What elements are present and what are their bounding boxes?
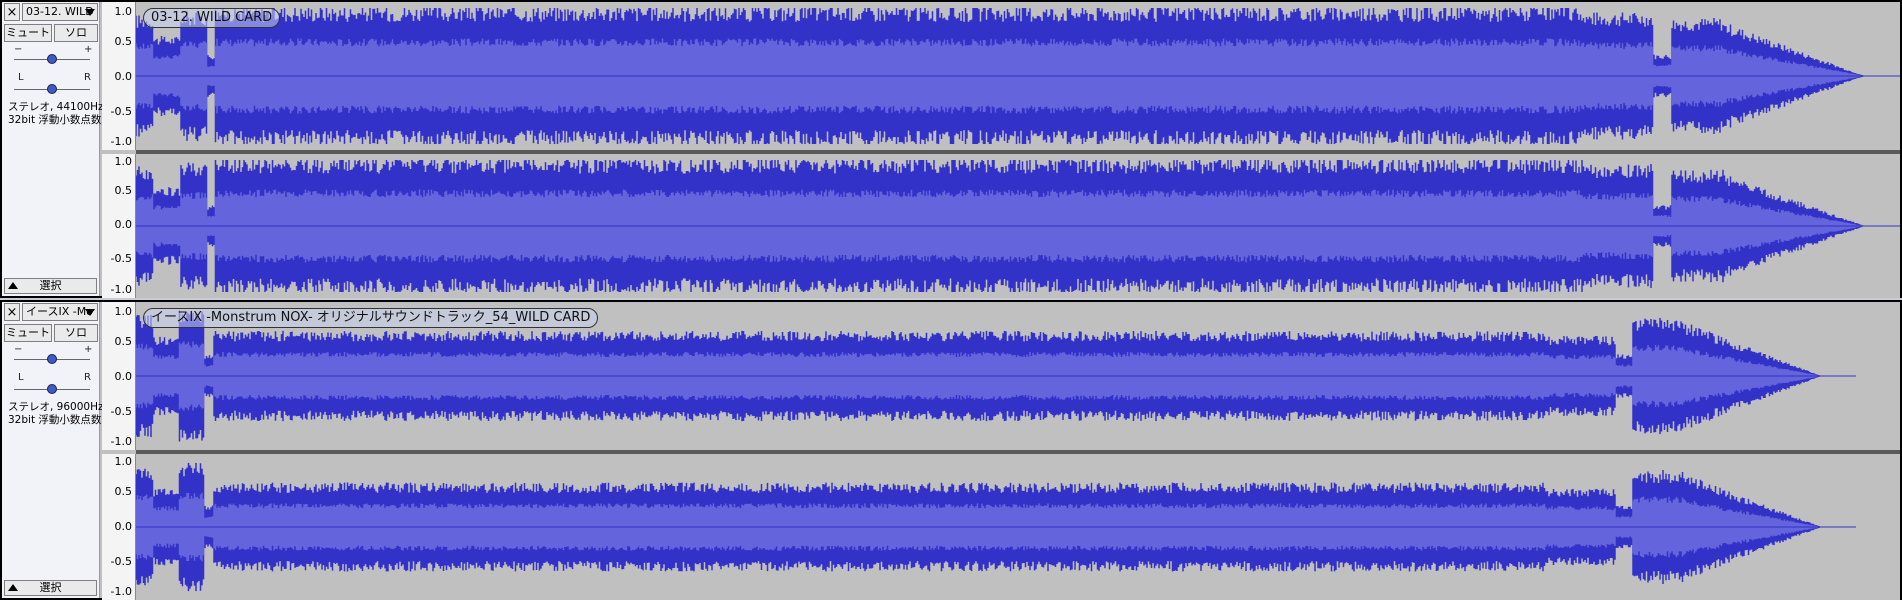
track-1-name-label: 03-12. WILD (26, 5, 94, 18)
ruler-tick: 0.5 (114, 35, 133, 48)
pan-slider-thumb[interactable] (47, 384, 57, 394)
gain-plus-label: + (84, 344, 93, 355)
ruler-tick: 1.0 (114, 155, 133, 168)
ruler-tick: 0.5 (114, 335, 133, 348)
gain-minus-label: − (14, 344, 23, 355)
gain-slider-thumb[interactable] (47, 54, 57, 64)
track-2-format-info: ステレオ, 96000Hz 32bit 浮動小数点数 (8, 401, 103, 427)
track-2-pan-slider[interactable] (14, 384, 90, 394)
ruler-tick: 0.0 (114, 370, 133, 383)
ruler-tick: 0.5 (114, 184, 133, 197)
ruler-tick: -0.5 (110, 405, 132, 418)
pan-right-label: R (84, 72, 91, 83)
track-2-mute-button[interactable]: ミュート (4, 324, 52, 342)
ruler-tick: 1.0 (114, 305, 133, 318)
ruler-tick: 0.0 (114, 70, 133, 83)
track-1-clip-name[interactable]: 03-12. WILD CARD (143, 8, 281, 28)
ruler-tick: 1.0 (114, 5, 133, 18)
track-2-gain-slider[interactable] (14, 354, 90, 364)
track-2-format-line1: ステレオ, 96000Hz (8, 401, 104, 413)
track-1-solo-button[interactable]: ソロ (54, 24, 98, 42)
ruler-tick: 0.0 (114, 218, 133, 231)
ruler-tick: 0.5 (114, 485, 133, 498)
ruler-tick: -0.5 (110, 555, 132, 568)
track-2-format-line2: 32bit 浮動小数点数 (8, 414, 102, 426)
track-2-close-button[interactable]: × (4, 303, 20, 321)
track-2-amplitude-ruler-right: 1.0 0.5 0.0 -0.5 -1.0 (102, 454, 136, 600)
track-1-gain-slider[interactable] (14, 54, 90, 64)
track-1-close-button[interactable]: × (4, 3, 20, 21)
gain-plus-label: + (84, 44, 93, 55)
ruler-tick: 0.0 (114, 520, 133, 533)
track-2-waveform-right[interactable] (136, 454, 1900, 600)
track-2-control-panel: × イースIX -Mo ミュート ソロ − + L R ステレオ, 96000H… (2, 302, 103, 598)
track-1-select-label: 選択 (39, 279, 62, 292)
track-2-clip-name[interactable]: イースIX -Monstrum NOX- オリジナルサウンドトラック_54_WI… (143, 308, 599, 328)
collapse-arrow-icon[interactable] (8, 584, 18, 591)
track-2-name-menu[interactable]: イースIX -Mo (22, 303, 98, 321)
gain-minus-label: − (14, 44, 23, 55)
chevron-down-icon (85, 309, 95, 316)
ruler-tick: 1.0 (114, 455, 133, 468)
pan-slider-thumb[interactable] (47, 84, 57, 94)
track-1-mute-button[interactable]: ミュート (4, 24, 52, 42)
track-2-amplitude-ruler-left: 1.0 0.5 0.0 -0.5 -1.0 (102, 302, 136, 450)
track-1-format-info: ステレオ, 44100Hz 32bit 浮動小数点数 (8, 101, 103, 127)
track-2[interactable]: × イースIX -Mo ミュート ソロ − + L R ステレオ, 96000H… (0, 300, 1902, 600)
pan-left-label: L (18, 372, 24, 383)
track-2-select-button[interactable]: 選択 (4, 580, 97, 596)
chevron-down-icon (85, 9, 95, 16)
ruler-tick: -0.5 (110, 105, 132, 118)
ruler-tick: -1.0 (110, 585, 132, 598)
track-1-waveform-right[interactable] (136, 154, 1900, 298)
pan-right-label: R (84, 372, 91, 383)
track-1-name-menu[interactable]: 03-12. WILD (22, 3, 98, 21)
track-1-format-line2: 32bit 浮動小数点数 (8, 114, 102, 126)
track-1-control-panel: × 03-12. WILD ミュート ソロ − + L R ステレオ, 4410… (2, 2, 103, 296)
ruler-tick: -1.0 (110, 283, 132, 296)
track-1-amplitude-ruler-right: 1.0 0.5 0.0 -0.5 -1.0 (102, 154, 136, 298)
track-2-select-label: 選択 (39, 581, 62, 594)
ruler-tick: -1.0 (110, 435, 132, 448)
track-1-amplitude-ruler-left: 1.0 0.5 0.0 -0.5 -1.0 (102, 2, 136, 150)
ruler-tick: -1.0 (110, 135, 132, 148)
track-1-pan-slider[interactable] (14, 84, 90, 94)
collapse-arrow-icon[interactable] (8, 282, 18, 289)
track-1-waveform-left[interactable] (136, 2, 1900, 150)
gain-slider-thumb[interactable] (47, 354, 57, 364)
track-1[interactable]: × 03-12. WILD ミュート ソロ − + L R ステレオ, 4410… (0, 0, 1902, 298)
track-2-name-label: イースIX -Mo (26, 305, 93, 318)
pan-left-label: L (18, 72, 24, 83)
ruler-tick: -0.5 (110, 252, 132, 265)
track-1-select-button[interactable]: 選択 (4, 278, 97, 294)
track-1-format-line1: ステレオ, 44100Hz (8, 101, 104, 113)
track-2-solo-button[interactable]: ソロ (54, 324, 98, 342)
